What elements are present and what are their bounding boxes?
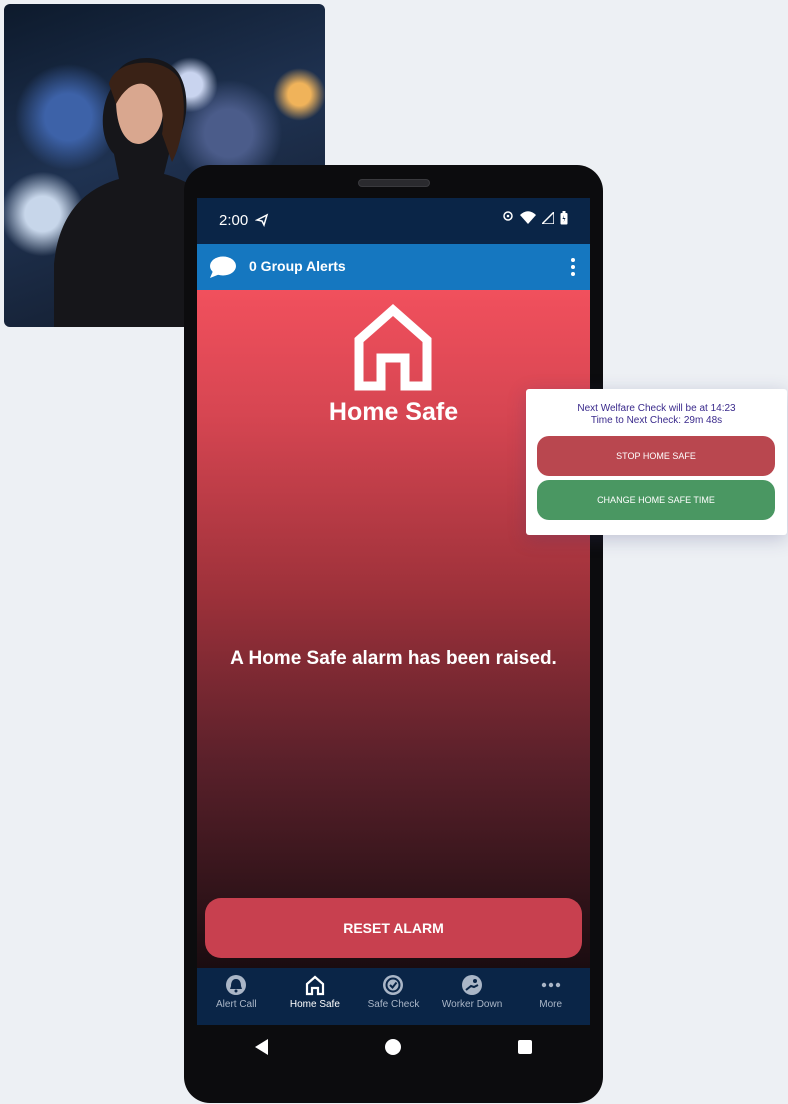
phone-speaker — [358, 179, 430, 187]
time-to-next-check-text: Time to Next Check: 29m 48s — [590, 415, 723, 426]
location-off-icon — [255, 213, 269, 227]
nav-safe-check[interactable]: Safe Check — [354, 968, 433, 1025]
safe-check-icon — [383, 975, 404, 995]
bottom-nav: Alert Call Home Safe Safe Check Worker D… — [197, 968, 590, 1025]
recents-square-icon[interactable] — [517, 1040, 532, 1054]
change-home-safe-time-button[interactable]: CHANGE HOME SAFE TIME — [537, 480, 775, 520]
chat-bubble-icon[interactable] — [209, 255, 237, 279]
app-bar: 0 Group Alerts — [197, 244, 590, 290]
alarm-message: A Home Safe alarm has been raised. — [230, 648, 557, 669]
phone-screen: 2:00 0 Group Alerts Home Safe A Home Saf… — [197, 198, 590, 1025]
back-icon[interactable] — [255, 1039, 269, 1055]
nav-home-safe[interactable]: Home Safe — [276, 968, 355, 1025]
nav-worker-down[interactable]: Worker Down — [433, 968, 512, 1025]
nav-label: Worker Down — [441, 999, 503, 1010]
wifi-icon — [520, 211, 536, 224]
nav-label: More — [539, 999, 563, 1010]
signal-icon — [542, 212, 554, 224]
nav-label: Alert Call — [216, 999, 257, 1010]
reset-alarm-button[interactable]: RESET ALARM — [205, 898, 582, 958]
system-nav-bar — [197, 1025, 590, 1069]
home-circle-icon[interactable] — [384, 1039, 401, 1055]
alert-call-icon — [226, 975, 247, 995]
home-icon — [354, 304, 432, 391]
battery-icon — [560, 211, 568, 225]
nav-label: Safe Check — [367, 999, 420, 1010]
group-alerts-title[interactable]: 0 Group Alerts — [249, 258, 346, 274]
more-vert-icon[interactable] — [570, 257, 576, 277]
nav-alert-call[interactable]: Alert Call — [197, 968, 276, 1025]
status-bar: 2:00 — [197, 198, 590, 244]
stop-home-safe-button[interactable]: STOP HOME SAFE — [537, 436, 775, 476]
nav-more[interactable]: More — [511, 968, 590, 1025]
worker-down-icon — [462, 975, 483, 995]
welfare-check-popup: Next Welfare Check will be at 14:23 Time… — [526, 389, 787, 535]
more-dots-icon — [541, 982, 560, 988]
location-icon — [503, 211, 513, 221]
nav-label: Home Safe — [289, 999, 340, 1010]
home-icon — [305, 975, 324, 996]
phone-frame: 2:00 0 Group Alerts Home Safe A Home Saf… — [184, 165, 603, 1103]
status-time: 2:00 — [219, 212, 249, 229]
next-check-text: Next Welfare Check will be at 14:23 — [577, 403, 736, 414]
